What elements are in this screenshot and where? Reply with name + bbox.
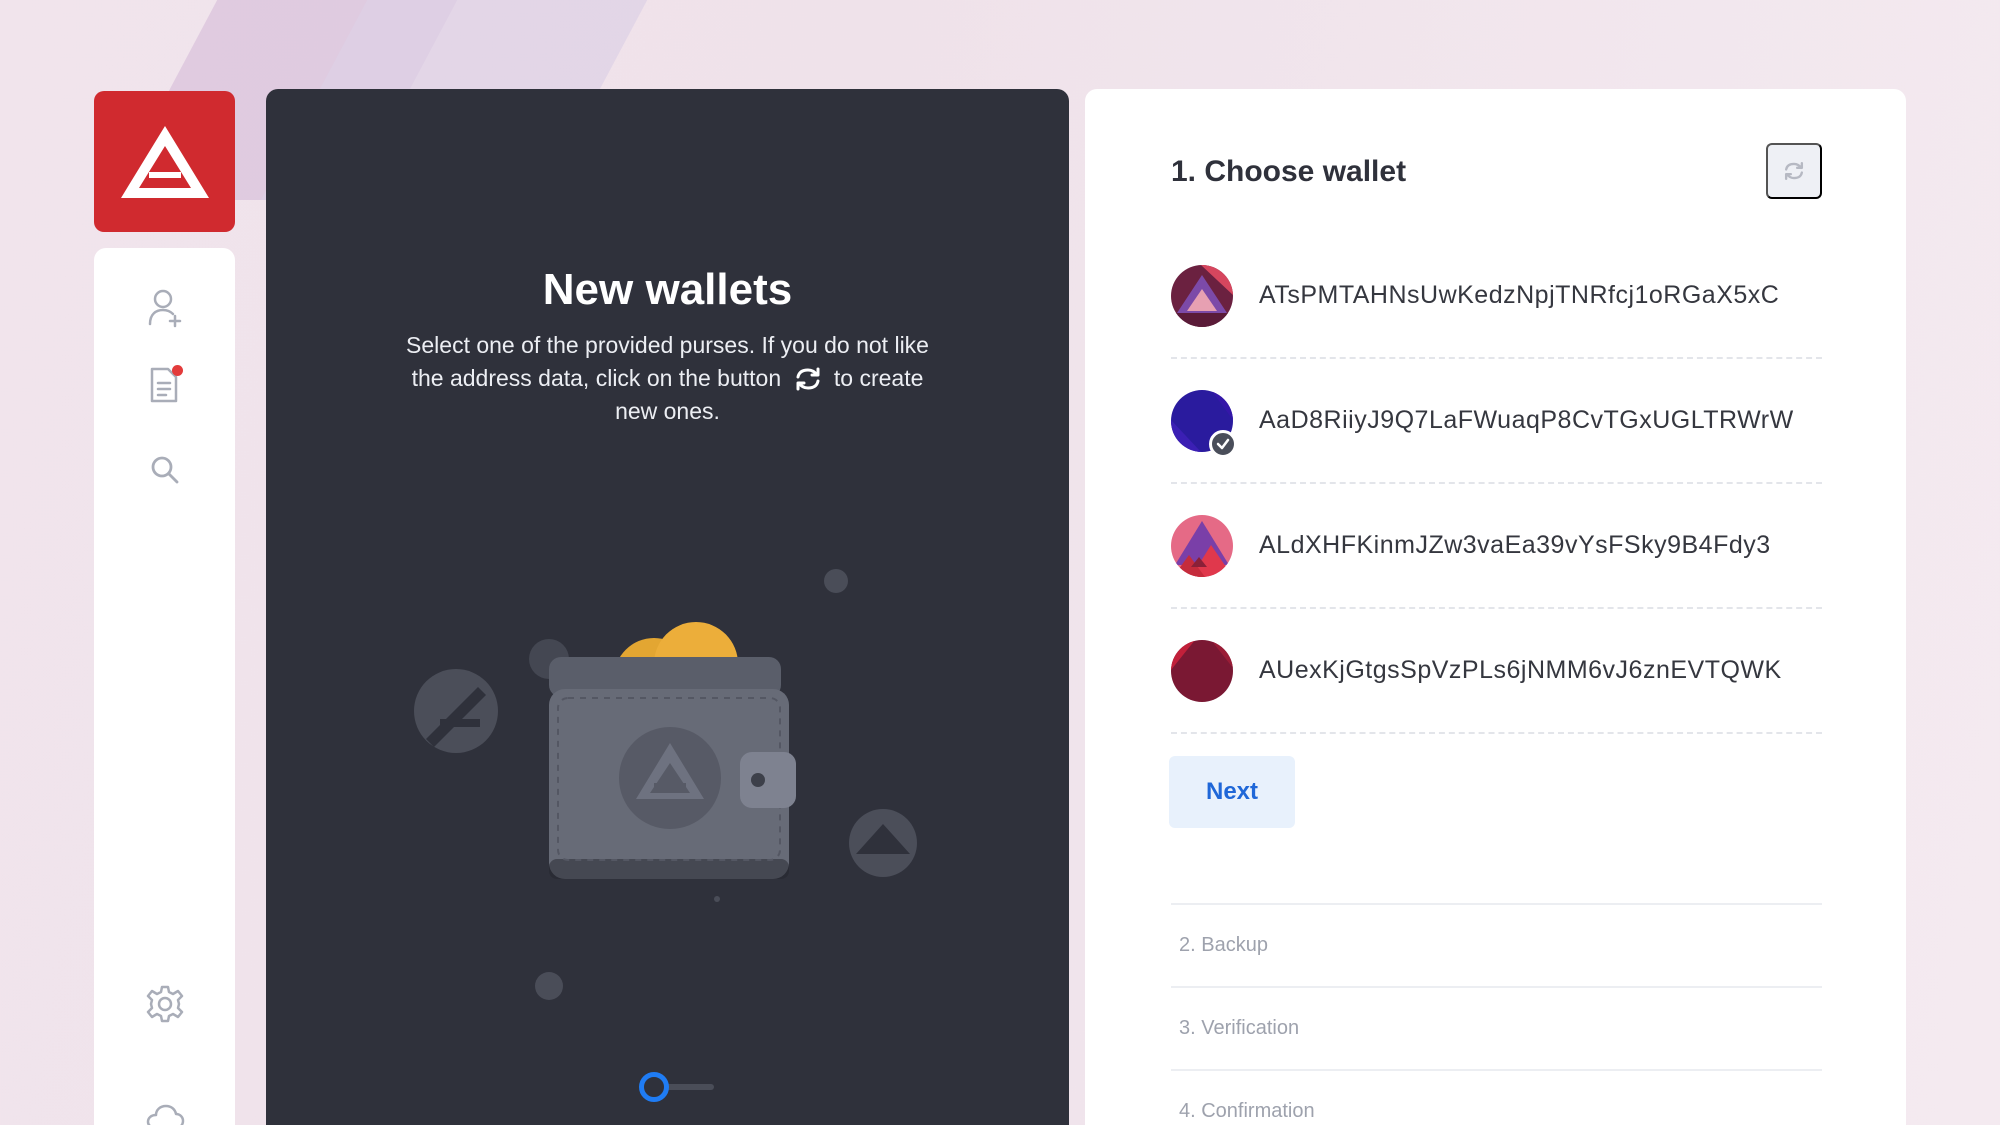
wizard-steps: 2. Backup 3. Verification 4. Confirmatio…	[1171, 903, 1822, 1125]
sidebar-item-search[interactable]	[143, 448, 187, 492]
sidebar-item-transactions[interactable]	[143, 363, 187, 407]
ark-logo[interactable]	[94, 91, 235, 232]
wallet-address: AaD8RiiyJ9Q7LaFWuaqP8CvTGxUGLTRWrW	[1259, 406, 1794, 434]
intro-panel: New wallets Select one of the provided p…	[266, 89, 1069, 1125]
sidebar-item-network[interactable]	[143, 1095, 187, 1125]
step-backup[interactable]: 2. Backup	[1171, 903, 1822, 986]
gear-icon	[146, 985, 183, 1023]
cloud-icon	[146, 1104, 184, 1125]
sidebar-item-settings[interactable]	[143, 982, 187, 1026]
current-step-title: 1. Choose wallet	[1171, 155, 1407, 188]
wallet-address: ALdXHFKinmJZw3vaEa39vYsFSky9B4Fdy3	[1259, 531, 1771, 559]
notification-dot	[171, 365, 183, 376]
wallet-option-selected[interactable]: AaD8RiiyJ9Q7LaFWuaqP8CvTGxUGLTRWrW	[1171, 359, 1822, 484]
sidebar	[94, 248, 235, 1125]
onboarding-progress-knob[interactable]	[639, 1072, 669, 1102]
wallet-avatar	[1171, 639, 1233, 702]
wallet-avatar	[1171, 514, 1233, 577]
wallet-option[interactable]: ALdXHFKinmJZw3vaEa39vYsFSky9B4Fdy3	[1171, 484, 1822, 609]
next-button[interactable]: Next	[1169, 756, 1295, 828]
wallet-option[interactable]: AUexKjGtgsSpVzPLs6jNMM6vJ6znEVTQWK	[1171, 609, 1822, 734]
sidebar-item-add-contact[interactable]	[143, 286, 187, 330]
wallet-address: AUexKjGtgsSpVzPLs6jNMM6vJ6znEVTQWK	[1259, 656, 1782, 684]
wallet-wizard-panel: 1. Choose wallet ATsPMTAHNsUwKedzNpjTNRf…	[1085, 89, 1906, 1125]
wallet-list: ATsPMTAHNsUwKedzNpjTNRfcj1oRGaX5xC AaD8R…	[1171, 234, 1822, 734]
wallet-avatar	[1171, 264, 1233, 327]
search-icon	[151, 456, 178, 484]
wallet-address: ATsPMTAHNsUwKedzNpjTNRfcj1oRGaX5xC	[1259, 281, 1780, 309]
wallet-avatar	[1171, 389, 1237, 458]
refresh-icon	[1784, 161, 1804, 181]
user-plus-icon	[148, 289, 181, 328]
refresh-wallets-button[interactable]	[1766, 143, 1822, 199]
wallet-option[interactable]: ATsPMTAHNsUwKedzNpjTNRfcj1oRGaX5xC	[1171, 234, 1822, 359]
step-verification[interactable]: 3. Verification	[1171, 986, 1822, 1069]
selected-check-icon	[1209, 429, 1237, 458]
step-confirmation[interactable]: 4. Confirmation	[1171, 1069, 1822, 1125]
wallet-illustration: A A	[414, 569, 917, 1000]
ark-logo-icon	[120, 125, 209, 198]
